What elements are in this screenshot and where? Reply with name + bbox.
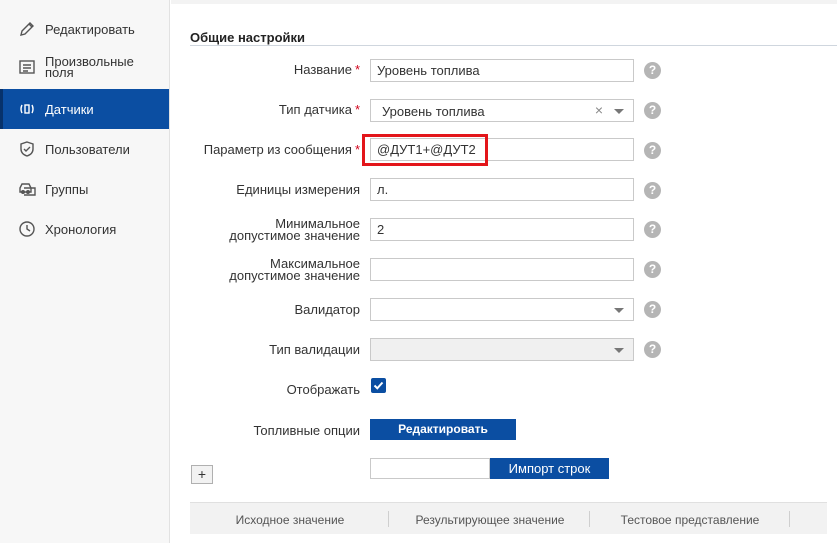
fuel-options-label: Топливные опции	[253, 423, 360, 438]
column-divider[interactable]	[388, 511, 389, 527]
help-icon[interactable]: ?	[644, 182, 661, 199]
help-icon[interactable]: ?	[644, 301, 661, 318]
min-label: Минимальное допустимое значение	[229, 216, 360, 243]
param-label: Параметр из сообщения *	[203, 142, 360, 157]
required-mark: *	[354, 102, 360, 117]
sidebar-item-label: Хронология	[45, 221, 117, 237]
top-divider	[171, 0, 837, 4]
validation-type-select[interactable]	[370, 338, 634, 361]
help-icon[interactable]: ?	[644, 142, 661, 159]
sidebar-item-users[interactable]: Пользователи	[0, 136, 169, 162]
max-label: Максимальное допустимое значение	[229, 256, 360, 283]
help-icon[interactable]: ?	[644, 102, 661, 119]
import-field[interactable]	[370, 458, 490, 479]
import-rows-button[interactable]: Импорт строк	[490, 458, 609, 479]
sidebar-item-label: Редактировать	[45, 21, 135, 37]
display-checkbox[interactable]	[371, 378, 386, 393]
clock-icon	[17, 219, 37, 239]
shield-icon	[17, 139, 37, 159]
section-divider	[190, 45, 837, 46]
add-row-button[interactable]: +	[191, 465, 213, 484]
help-icon[interactable]: ?	[644, 221, 661, 238]
display-label: Отображать	[286, 382, 360, 397]
help-icon[interactable]: ?	[644, 62, 661, 79]
required-mark: *	[354, 142, 360, 157]
validator-select[interactable]	[370, 298, 634, 321]
clear-icon[interactable]: ×	[595, 102, 603, 118]
sidebar: Редактировать Произвольные поля Датчики …	[0, 0, 170, 543]
sidebar-item-label: Пользователи	[45, 141, 130, 157]
name-label: Название *	[293, 62, 360, 77]
chevron-down-icon[interactable]	[614, 109, 624, 114]
check-icon	[373, 381, 384, 390]
validation-type-label: Тип валидации	[269, 342, 360, 357]
sidebar-item-sensors[interactable]: Датчики	[0, 89, 169, 129]
sensor-type-value: Уровень топлива	[382, 104, 485, 119]
sidebar-item-chronology[interactable]: Хронология	[0, 216, 169, 242]
sensor-icon	[17, 99, 37, 119]
list-icon	[17, 57, 37, 77]
sidebar-item-label: Произвольные поля	[45, 54, 134, 80]
table-header: Исходное значение Результирующее значени…	[190, 502, 827, 534]
max-field[interactable]	[370, 258, 634, 281]
sidebar-item-label: Группы	[45, 181, 89, 197]
units-field[interactable]	[370, 178, 634, 201]
required-mark: *	[354, 62, 360, 77]
column-divider[interactable]	[789, 511, 790, 527]
column-header[interactable]: Тестовое представление	[590, 513, 790, 527]
validator-label: Валидатор	[294, 302, 360, 317]
sidebar-item-groups[interactable]: Группы	[0, 176, 169, 202]
help-icon[interactable]: ?	[644, 341, 661, 358]
edit-fuel-options-button[interactable]: Редактировать	[370, 419, 516, 440]
sidebar-item-label: Датчики	[45, 101, 94, 117]
chevron-down-icon[interactable]	[614, 348, 624, 353]
sidebar-item-edit[interactable]: Редактировать	[0, 16, 169, 42]
param-highlight-box	[362, 134, 488, 166]
sidebar-item-custom-fields[interactable]: Произвольные поля	[0, 52, 169, 82]
sensor-type-select[interactable]: Уровень топлива ×	[370, 99, 634, 122]
column-header[interactable]: Результирующее значение	[390, 513, 590, 527]
sensor-type-label: Тип датчика *	[278, 102, 360, 117]
pencil-icon	[17, 19, 37, 39]
name-field[interactable]	[370, 59, 634, 82]
cars-icon	[17, 179, 37, 199]
column-header[interactable]: Исходное значение	[190, 513, 390, 527]
units-label: Единицы измерения	[236, 182, 360, 197]
section-title: Общие настройки	[190, 30, 305, 45]
min-field[interactable]	[370, 218, 634, 241]
help-icon[interactable]: ?	[644, 261, 661, 278]
chevron-down-icon[interactable]	[614, 308, 624, 313]
